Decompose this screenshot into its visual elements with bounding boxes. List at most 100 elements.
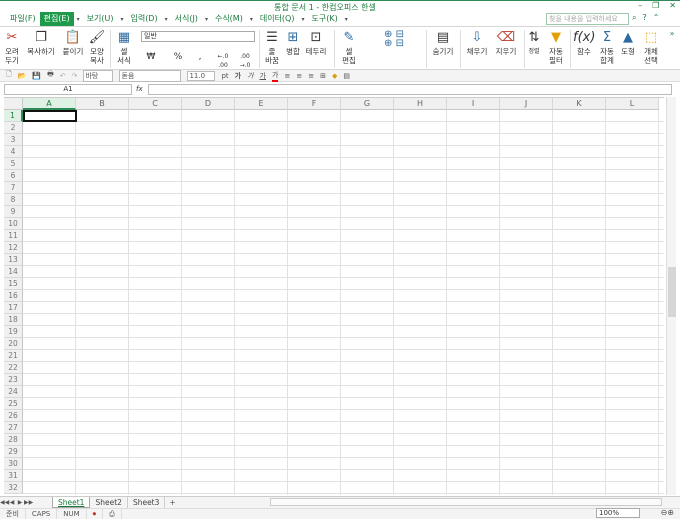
- font-size-input[interactable]: 11.0: [187, 70, 216, 81]
- print-icon[interactable]: 🖶: [47, 70, 54, 81]
- row-header[interactable]: 10: [4, 218, 23, 230]
- active-cell[interactable]: [23, 110, 77, 122]
- row-header[interactable]: 29: [4, 446, 23, 458]
- unit-select[interactable]: pt: [221, 72, 228, 80]
- column-header[interactable]: D: [182, 98, 235, 110]
- fill-color-icon[interactable]: ◆: [332, 72, 337, 80]
- chevron-down-icon[interactable]: ▾: [165, 16, 168, 23]
- name-box[interactable]: A1: [4, 84, 132, 95]
- border-button[interactable]: ⊡ 테두리: [304, 29, 328, 56]
- chevron-down-icon[interactable]: ▾: [77, 16, 80, 23]
- row-header[interactable]: 21: [4, 350, 23, 362]
- column-header[interactable]: J: [500, 98, 553, 110]
- menu-item-7[interactable]: 도구(K): [307, 12, 341, 26]
- restore-icon[interactable]: ❐: [652, 1, 659, 10]
- column-header[interactable]: H: [394, 98, 447, 110]
- comma-button[interactable]: ,: [196, 53, 204, 62]
- align-right-icon[interactable]: ≡: [308, 72, 314, 80]
- merge-icon[interactable]: ▤: [343, 72, 350, 80]
- row-header[interactable]: 18: [4, 314, 23, 326]
- row-header[interactable]: 30: [4, 458, 23, 470]
- last-sheet-icon[interactable]: ▶▶: [24, 499, 33, 506]
- column-header[interactable]: C: [129, 98, 182, 110]
- macro-icon[interactable]: ⎙: [103, 509, 122, 519]
- sheet-tab-1[interactable]: Sheet1: [52, 497, 91, 508]
- row-header[interactable]: 24: [4, 386, 23, 398]
- row-header[interactable]: 13: [4, 254, 23, 266]
- row-header[interactable]: 3: [4, 134, 23, 146]
- autofilter-button[interactable]: ▼ 자동 필터: [545, 29, 567, 65]
- bold-button[interactable]: 가: [235, 71, 241, 81]
- hide-button[interactable]: ▤ 숨기기: [430, 29, 456, 56]
- add-sheet-button[interactable]: +: [165, 498, 179, 507]
- search-input[interactable]: 찾을 내용을 입력하세요: [546, 13, 629, 25]
- vertical-scrollbar[interactable]: [666, 97, 676, 495]
- cell-area[interactable]: [23, 110, 664, 495]
- function-button[interactable]: f(x) 함수: [573, 29, 595, 56]
- row-header[interactable]: 23: [4, 374, 23, 386]
- cut-button[interactable]: ✂ 오려 두기: [3, 29, 21, 65]
- row-header[interactable]: 16: [4, 290, 23, 302]
- menu-item-6[interactable]: 데이터(Q): [256, 12, 299, 26]
- chevron-down-icon[interactable]: ▾: [301, 16, 304, 23]
- row-header[interactable]: 17: [4, 302, 23, 314]
- menu-item-4[interactable]: 서식(J): [171, 12, 202, 26]
- row-header[interactable]: 19: [4, 326, 23, 338]
- row-header[interactable]: 11: [4, 230, 23, 242]
- chevron-down-icon[interactable]: ▾: [345, 16, 348, 23]
- row-header[interactable]: 26: [4, 410, 23, 422]
- format-painter-button[interactable]: 🖌 모양 복사: [87, 29, 107, 65]
- font-color-button[interactable]: 가: [272, 70, 279, 82]
- select-all-corner[interactable]: [4, 98, 23, 110]
- align-left-icon[interactable]: ≡: [284, 72, 290, 80]
- style-select[interactable]: 바탕: [83, 69, 114, 82]
- column-header[interactable]: G: [341, 98, 394, 110]
- minimize-icon[interactable]: –: [638, 1, 642, 10]
- row-header[interactable]: 6: [4, 170, 23, 182]
- number-format-select[interactable]: 일반: [141, 31, 255, 42]
- select-object-button[interactable]: ⬚ 개체 선택: [640, 29, 662, 65]
- row-header[interactable]: 2: [4, 122, 23, 134]
- sort-button[interactable]: ⇅ 정렬: [527, 29, 541, 56]
- row-header[interactable]: 27: [4, 422, 23, 434]
- borders-icon[interactable]: ⊞: [320, 72, 326, 80]
- redo-icon[interactable]: ↷: [72, 72, 78, 80]
- first-sheet-icon[interactable]: ◀◀: [0, 499, 9, 506]
- cell-format-button[interactable]: ▦ 셀 서식: [113, 29, 135, 65]
- new-icon[interactable]: 🗋: [6, 70, 12, 81]
- row-header[interactable]: 4: [4, 146, 23, 158]
- undo-icon[interactable]: ↶: [60, 72, 66, 80]
- record-icon[interactable]: ⏺: [87, 509, 104, 519]
- ribbon-expand-icon[interactable]: »: [667, 29, 677, 38]
- wrap-text-button[interactable]: ☰ 줄 바꿈: [262, 29, 282, 65]
- clear-button[interactable]: ⌫ 지우기: [492, 29, 520, 56]
- row-header[interactable]: 25: [4, 398, 23, 410]
- row-header[interactable]: 15: [4, 278, 23, 290]
- row-header[interactable]: 22: [4, 362, 23, 374]
- chevron-down-icon[interactable]: ▾: [120, 16, 123, 23]
- row-header[interactable]: 1: [4, 110, 23, 122]
- currency-button[interactable]: ₩: [145, 53, 157, 62]
- row-header[interactable]: 5: [4, 158, 23, 170]
- scroll-thumb[interactable]: [668, 267, 676, 317]
- paste-button[interactable]: 📋 붙이기: [60, 29, 86, 56]
- increase-decimal-button[interactable]: ←.0 .00: [214, 52, 232, 70]
- font-select[interactable]: 돋움: [119, 69, 182, 82]
- formula-input[interactable]: [148, 84, 672, 95]
- column-header[interactable]: F: [288, 98, 341, 110]
- menu-item-0[interactable]: 파일(F): [6, 12, 40, 26]
- shape-button[interactable]: ▲ 도형: [619, 29, 637, 56]
- sheet-tab-2[interactable]: Sheet2: [90, 497, 128, 508]
- row-header[interactable]: 7: [4, 182, 23, 194]
- menu-item-2[interactable]: 보기(U): [83, 12, 118, 26]
- cell-edit-button[interactable]: ✎ 셀 편집: [338, 29, 360, 65]
- chevron-down-icon[interactable]: ▾: [250, 16, 253, 23]
- row-header[interactable]: 8: [4, 194, 23, 206]
- align-center-icon[interactable]: ≡: [296, 72, 302, 80]
- help-icon[interactable]: ?: [642, 13, 646, 23]
- menu-item-5[interactable]: 수식(M): [211, 12, 247, 26]
- fx-icon[interactable]: fx: [136, 84, 148, 95]
- column-header[interactable]: B: [76, 98, 129, 110]
- column-header[interactable]: A: [23, 98, 76, 110]
- prev-sheet-icon[interactable]: ◀: [8, 499, 16, 506]
